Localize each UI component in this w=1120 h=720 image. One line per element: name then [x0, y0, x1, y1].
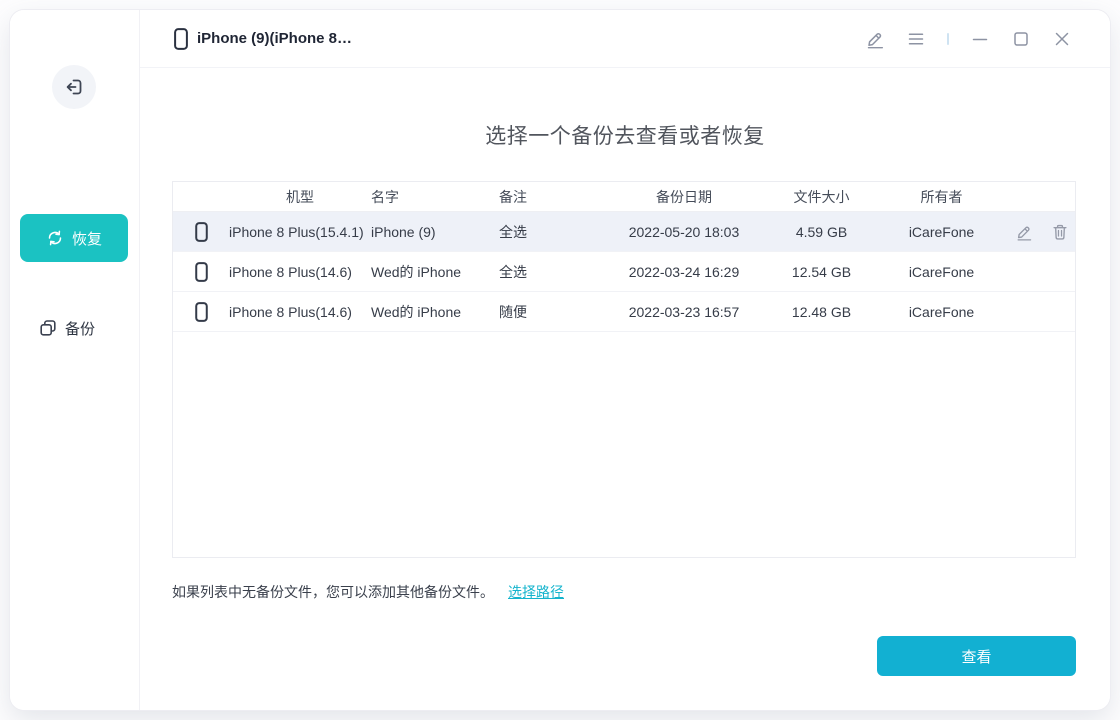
backup-model: iPhone 8 Plus(15.4.1): [229, 224, 371, 240]
sidebar-item-backup[interactable]: 备份: [38, 310, 95, 346]
backup-name: Wed的 iPhone: [371, 262, 499, 282]
titlebar: iPhone (9)(iPhone 8…: [140, 10, 1110, 68]
empty-list-tip: 如果列表中无备份文件，您可以添加其他备份文件。 选择路径: [172, 582, 564, 602]
sidebar-item-restore[interactable]: 恢复: [20, 214, 128, 262]
close-icon[interactable]: [1052, 29, 1072, 49]
phone-icon: [195, 262, 208, 282]
sync-icon: [46, 229, 64, 247]
backup-model: iPhone 8 Plus(14.6): [229, 264, 371, 280]
sidebar: 恢复 备份: [10, 10, 140, 710]
device-title: iPhone (9)(iPhone 8…: [174, 28, 352, 50]
titlebar-divider: [947, 33, 949, 45]
desktop-background: 恢复 备份 iPhone (9)(iPhone 8…: [0, 0, 1120, 720]
maximize-icon[interactable]: [1011, 29, 1031, 49]
backup-note: 全选: [499, 262, 599, 282]
table-header: 机型 名字 备注 备份日期 文件大小 所有者: [173, 182, 1075, 212]
device-title-text: iPhone (9)(iPhone 8…: [197, 30, 352, 47]
tip-text: 如果列表中无备份文件，您可以添加其他备份文件。: [172, 582, 494, 602]
backup-table: 机型 名字 备注 备份日期 文件大小 所有者: [172, 181, 1076, 558]
content-area: 选择一个备份去查看或者恢复 机型 名字 备注 备份日期 文件大小 所有者: [140, 68, 1110, 710]
view-button[interactable]: 查看: [877, 636, 1076, 676]
backup-note: 随便: [499, 302, 599, 322]
phone-icon: [195, 222, 208, 242]
sidebar-item-label: 备份: [65, 318, 95, 339]
edit-icon[interactable]: [1015, 223, 1033, 241]
menu-icon[interactable]: [906, 29, 926, 49]
backup-owner: iCareFone: [874, 224, 1009, 240]
exit-icon: [63, 76, 85, 98]
titlebar-actions: [865, 29, 1072, 49]
back-button[interactable]: [52, 65, 96, 109]
backup-size: 4.59 GB: [769, 224, 874, 240]
backup-size: 12.48 GB: [769, 304, 874, 320]
phone-icon: [174, 28, 188, 50]
column-header-date: 备份日期: [599, 187, 769, 207]
copy-icon: [38, 318, 58, 338]
backup-model: iPhone 8 Plus(14.6): [229, 304, 371, 320]
column-header-owner: 所有者: [874, 187, 1009, 207]
backup-date: 2022-05-20 18:03: [599, 224, 769, 240]
column-header-size: 文件大小: [769, 187, 874, 207]
sidebar-item-label: 恢复: [72, 228, 102, 249]
edit-icon[interactable]: [865, 29, 885, 49]
app-window: 恢复 备份 iPhone (9)(iPhone 8…: [10, 10, 1110, 710]
backup-row[interactable]: iPhone 8 Plus(14.6) Wed的 iPhone 随便 2022-…: [173, 292, 1075, 332]
backup-owner: iCareFone: [874, 304, 1009, 320]
row-actions: [1009, 223, 1075, 241]
main-panel: iPhone (9)(iPhone 8…: [140, 10, 1110, 710]
backup-date: 2022-03-23 16:57: [599, 304, 769, 320]
backup-row[interactable]: iPhone 8 Plus(14.6) Wed的 iPhone 全选 2022-…: [173, 252, 1075, 292]
backup-date: 2022-03-24 16:29: [599, 264, 769, 280]
phone-icon: [195, 302, 208, 322]
column-header-note: 备注: [499, 187, 599, 207]
backup-row-selected[interactable]: iPhone 8 Plus(15.4.1) iPhone (9) 全选 2022…: [173, 212, 1075, 252]
choose-path-link[interactable]: 选择路径: [508, 582, 564, 602]
column-header-name: 名字: [371, 187, 499, 207]
backup-name: Wed的 iPhone: [371, 302, 499, 322]
backup-owner: iCareFone: [874, 264, 1009, 280]
backup-note: 全选: [499, 222, 599, 242]
backup-size: 12.54 GB: [769, 264, 874, 280]
trash-icon[interactable]: [1051, 223, 1069, 241]
page-title: 选择一个备份去查看或者恢复: [140, 120, 1110, 150]
backup-name: iPhone (9): [371, 224, 499, 240]
column-header-model: 机型: [229, 187, 371, 207]
minimize-icon[interactable]: [970, 29, 990, 49]
